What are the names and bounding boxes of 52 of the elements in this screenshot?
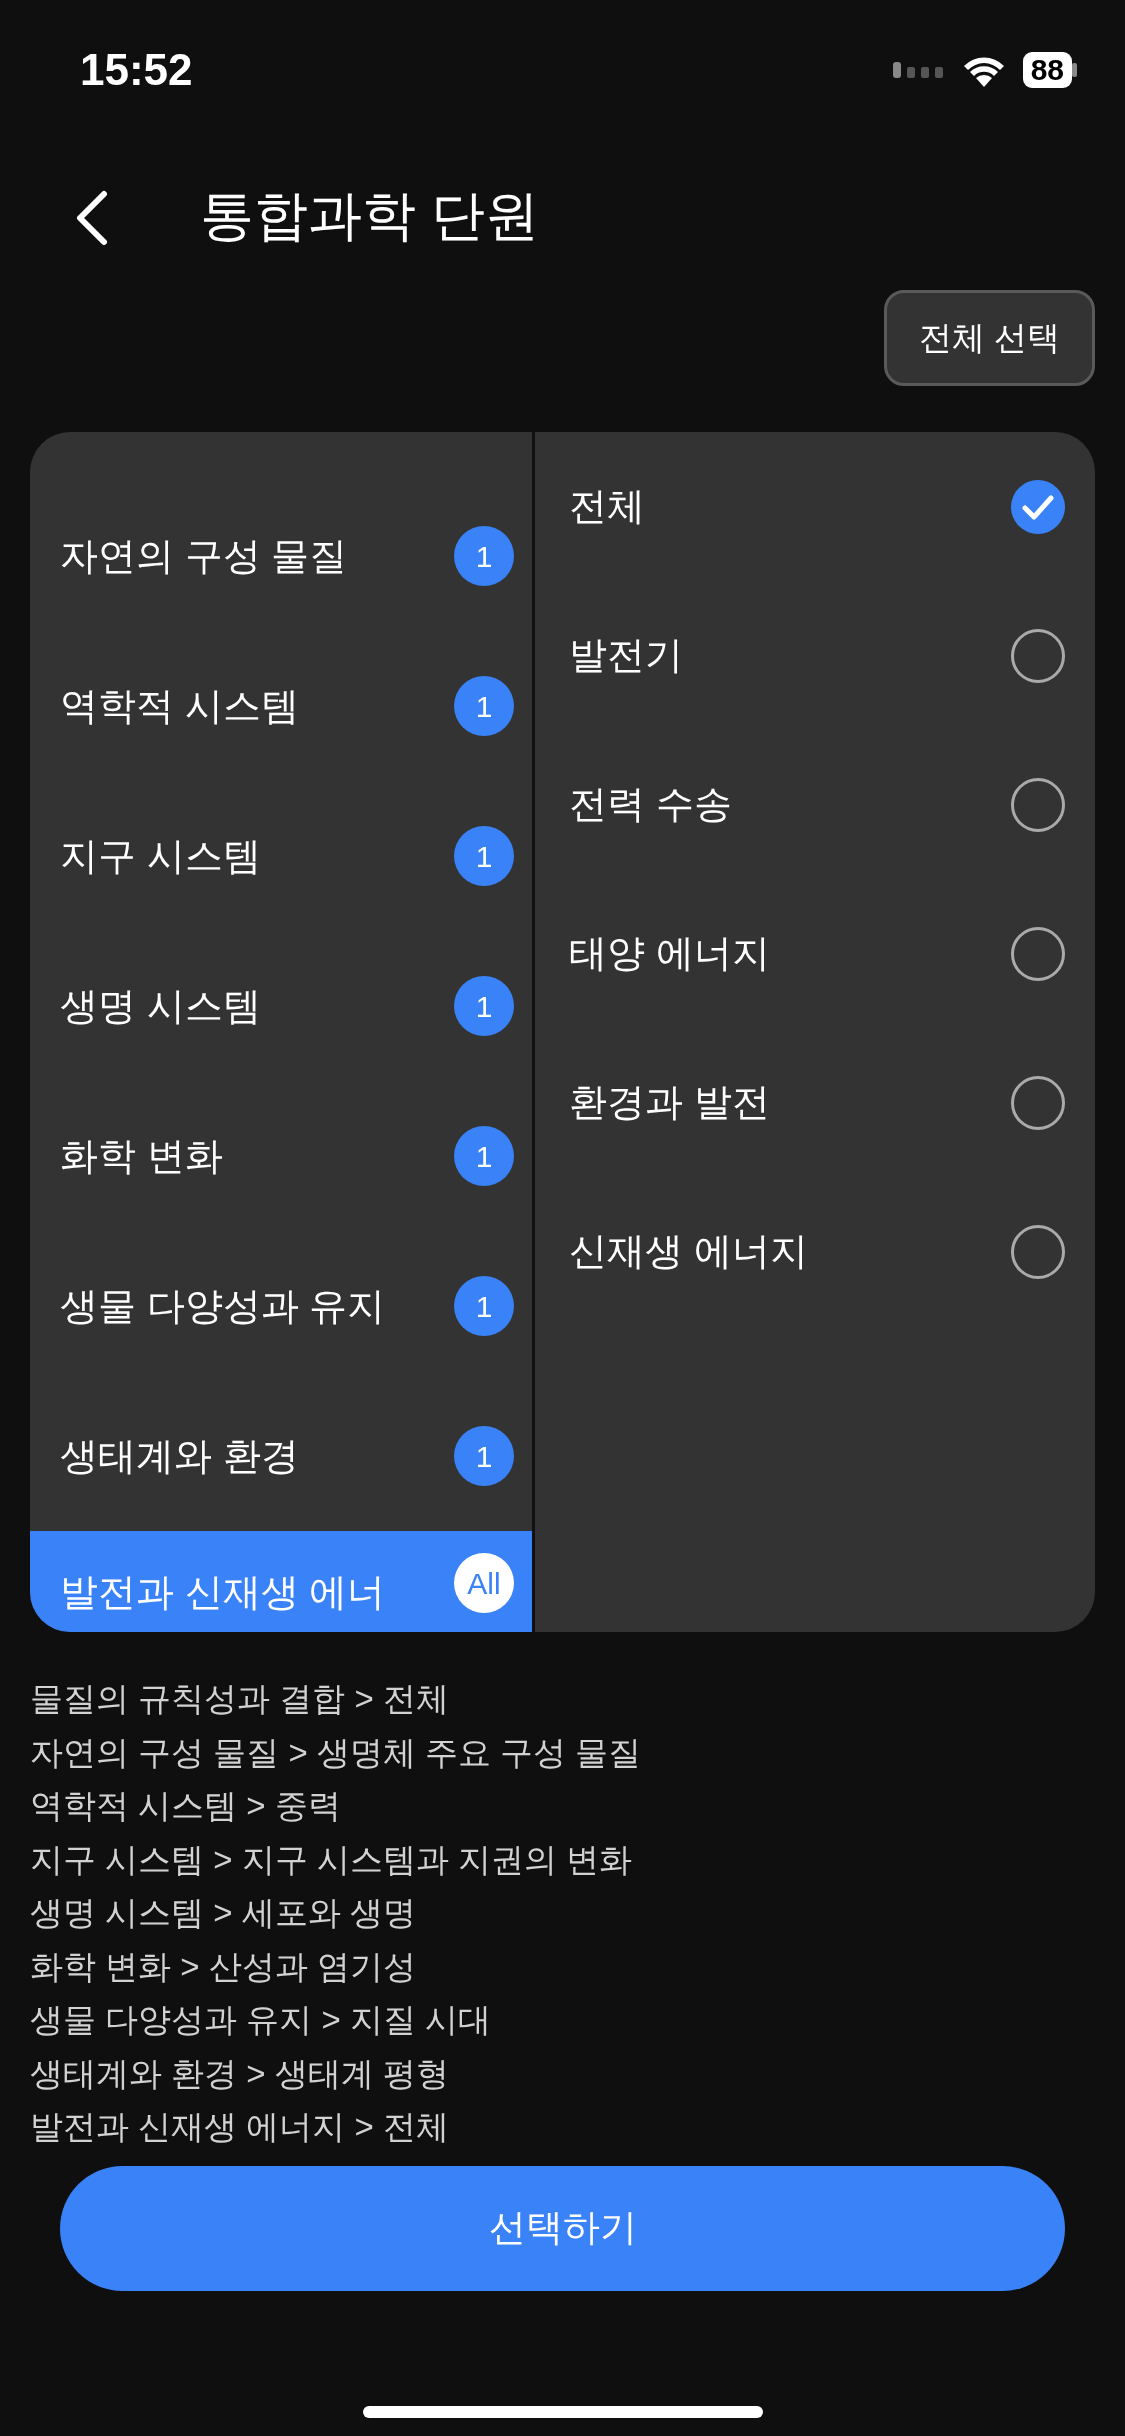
subcategory-label: 전력 수송 bbox=[569, 782, 732, 827]
selection-path: 생명 시스템 > 세포와 생명 bbox=[30, 1893, 417, 1933]
category-item[interactable]: 역학적 시스템 1 bbox=[30, 631, 532, 781]
battery-level: 88 bbox=[1022, 52, 1072, 88]
subcategory-item[interactable]: 발전기 bbox=[535, 581, 1095, 730]
category-label: 화학 변화 bbox=[60, 1133, 223, 1179]
subcategory-label: 발전기 bbox=[569, 633, 683, 678]
selection-path: 지구 시스템 > 지구 시스템과 지권의 변화 bbox=[30, 1839, 634, 1880]
selection-path: 발전과 신재생 에너지 > 전체 bbox=[30, 2107, 450, 2147]
subcategory-label: 태양 에너지 bbox=[569, 931, 770, 976]
selection-path: 생태계와 환경 > 생태계 평형 bbox=[30, 2053, 450, 2094]
category-item[interactable]: 화학 변화 1 bbox=[30, 1081, 532, 1231]
subcategory-label: 전체 bbox=[569, 484, 645, 529]
selection-path: 자연의 구성 물질 > 생명체 주요 구성 물질 bbox=[30, 1732, 643, 1773]
subcategory-item[interactable]: 태양 에너지 bbox=[535, 879, 1095, 1028]
subcategory-item[interactable]: 환경과 발전 bbox=[535, 1028, 1095, 1177]
selection-path: 생물 다양성과 유지 > 지질 시대 bbox=[30, 2000, 493, 2040]
signal-icon bbox=[892, 61, 945, 79]
select-all-button[interactable]: 전체 선택 bbox=[883, 290, 1095, 386]
selection-path: 화학 변화 > 산성과 염기성 bbox=[30, 1946, 417, 1987]
category-label: 생물 다양성과 유지 bbox=[60, 1283, 386, 1329]
category-label: 생명 시스템 bbox=[60, 983, 261, 1029]
category-label: 발전과 신재생 에너 bbox=[60, 1570, 386, 1615]
category-item[interactable]: 생태계와 환경 1 bbox=[30, 1381, 532, 1531]
submit-button[interactable]: 선택하기 bbox=[60, 2165, 1065, 2291]
subcategory-label: 신재생 에너지 bbox=[569, 1229, 808, 1274]
category-label: 지구 시스템 bbox=[60, 833, 261, 879]
category-item[interactable]: 생명 시스템 1 bbox=[30, 931, 532, 1081]
subcategory-item[interactable]: 신재생 에너지 bbox=[535, 1177, 1095, 1326]
category-label: 생태계와 환경 bbox=[60, 1433, 299, 1479]
count-badge: 1 bbox=[454, 1426, 514, 1486]
count-badge: 1 bbox=[454, 976, 514, 1036]
count-badge: 1 bbox=[454, 676, 514, 736]
category-item[interactable]: 자연의 구성 물질 1 bbox=[30, 481, 532, 631]
subcategory-label: 환경과 발전 bbox=[569, 1080, 770, 1125]
count-badge: 1 bbox=[454, 826, 514, 886]
category-item[interactable]: 지구 시스템 1 bbox=[30, 781, 532, 931]
selection-path: 역학적 시스템 > 중력 bbox=[30, 1786, 342, 1826]
category-label: 역학적 시스템 bbox=[60, 683, 299, 729]
count-badge: 1 bbox=[454, 1126, 514, 1186]
category-item[interactable]: 발전과 신재생 에너 All bbox=[30, 1531, 532, 1632]
count-badge: 1 bbox=[454, 526, 514, 586]
count-badge: 1 bbox=[454, 1276, 514, 1336]
count-badge: All bbox=[454, 1553, 514, 1613]
subcategory-item[interactable]: 전체 bbox=[535, 432, 1095, 581]
subcategory-item[interactable]: 전력 수송 bbox=[535, 730, 1095, 879]
status-time: 15:52 bbox=[80, 44, 193, 96]
category-item[interactable]: 생물 다양성과 유지 1 bbox=[30, 1231, 532, 1381]
selection-path: 물질의 규칙성과 결합 > 전체 bbox=[30, 1679, 450, 1719]
page-title: 통합과학 단원 bbox=[200, 183, 539, 247]
category-label: 자연의 구성 물질 bbox=[60, 533, 348, 579]
battery-tip-icon bbox=[1072, 63, 1077, 77]
